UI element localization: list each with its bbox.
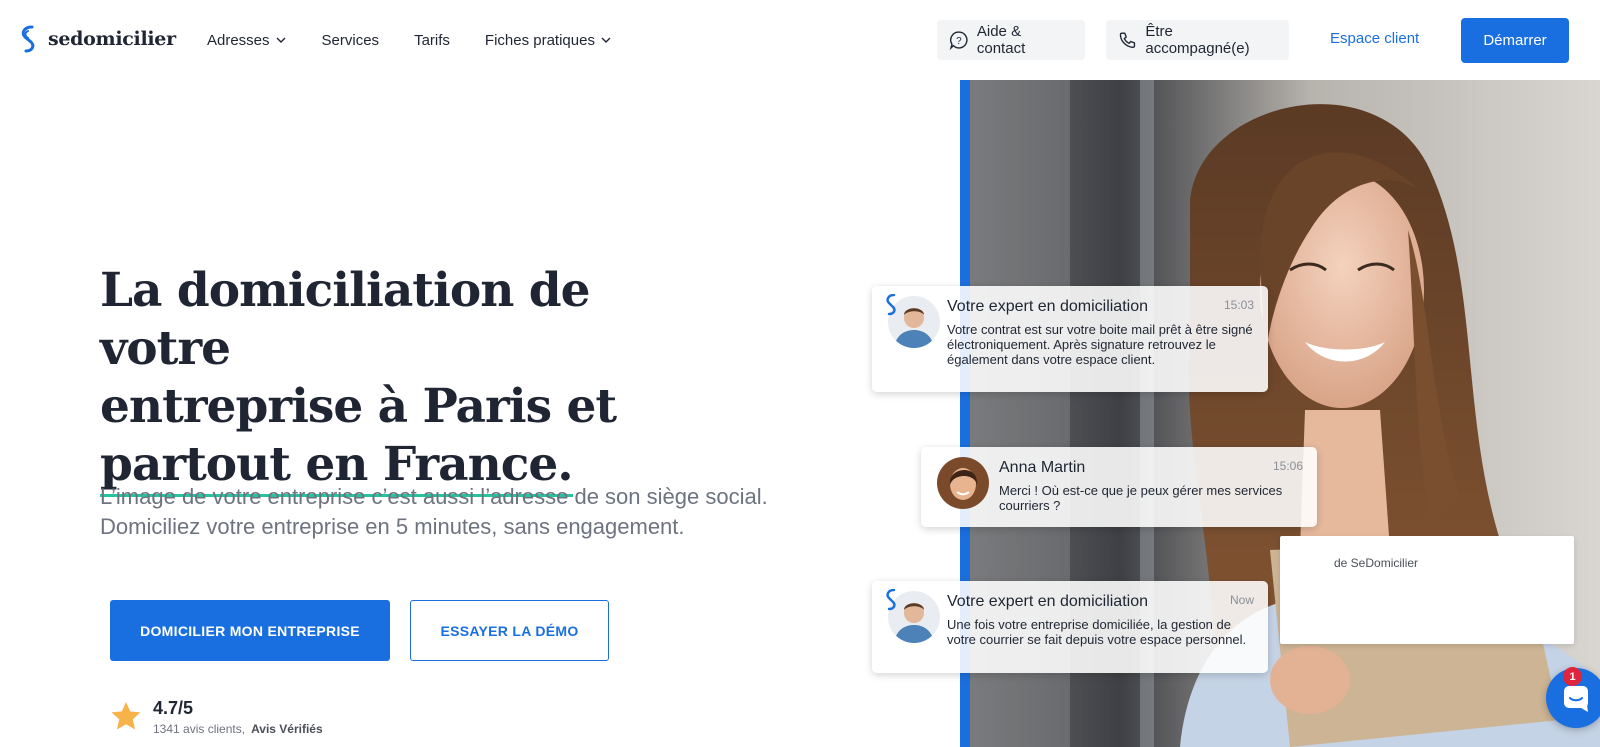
chat-widget-caption: de SeDomicilier bbox=[1334, 556, 1419, 570]
nav-item-adresses[interactable]: Adresses bbox=[207, 30, 286, 50]
chat-bubble-expert-1: Votre expert en domiciliation 15:03 Votr… bbox=[872, 286, 1268, 392]
help-bubble-icon: ? bbox=[949, 31, 968, 50]
demo-button[interactable]: ESSAYER LA DÉMO bbox=[410, 600, 609, 661]
chat-bubble-client: Anna Martin 15:06 Merci ! Où est-ce que … bbox=[921, 447, 1317, 527]
domicilier-button[interactable]: DOMICILIER MON ENTREPRISE bbox=[110, 600, 390, 661]
hero-title-line: entreprise à Paris et bbox=[100, 379, 617, 434]
client-area-link[interactable]: Espace client bbox=[1330, 30, 1419, 47]
nav-item-fiches-pratiques[interactable]: Fiches pratiques bbox=[485, 30, 611, 50]
chat-timestamp: Now bbox=[1229, 593, 1254, 607]
hero-title-line: La domiciliation de votre bbox=[100, 263, 591, 376]
chat-message-text: Votre contrat est sur votre boite mail p… bbox=[947, 322, 1253, 367]
nav-item-label: Services bbox=[321, 31, 380, 49]
hero-subtitle-line: L’image de votre entreprise c’est aussi … bbox=[100, 484, 768, 509]
nav-item-tarifs[interactable]: Tarifs bbox=[414, 30, 450, 50]
avatar bbox=[937, 457, 989, 509]
chat-launcher-icon bbox=[1564, 686, 1588, 712]
chevron-down-icon bbox=[601, 37, 611, 43]
rating-source: Avis Vérifiés bbox=[251, 722, 323, 736]
logo-icon bbox=[886, 589, 896, 611]
help-contact-label: Aide & contact bbox=[976, 23, 1026, 57]
star-icon bbox=[111, 702, 141, 730]
chat-bubble-expert-2: Votre expert en domiciliation Now Une fo… bbox=[872, 581, 1268, 673]
chat-message-text: Merci ! Où est-ce que je peux gérer mes … bbox=[999, 483, 1283, 513]
start-button[interactable]: Démarrer bbox=[1461, 18, 1569, 63]
nav-item-label: Fiches pratiques bbox=[484, 31, 595, 49]
logo-icon bbox=[21, 25, 35, 53]
logo-text: sedomicilier bbox=[48, 28, 176, 50]
chat-message-text: Une fois votre entreprise domiciliée, la… bbox=[947, 617, 1247, 647]
chat-sender-name: Votre expert en domiciliation bbox=[947, 593, 1148, 610]
help-contact-button[interactable]: ? Aide & contact bbox=[937, 20, 1085, 60]
svg-text:?: ? bbox=[956, 36, 962, 47]
chevron-down-icon bbox=[276, 37, 286, 43]
nav-item-label: Adresses bbox=[207, 31, 270, 49]
chat-widget-card: de SeDomicilier bbox=[1280, 536, 1574, 644]
hero-title: La domiciliation de votre entreprise à P… bbox=[100, 262, 700, 497]
chat-sender-name: Votre expert en domiciliation bbox=[947, 298, 1148, 315]
main-nav: Adresses Services Tarifs Fiches pratique… bbox=[207, 30, 611, 50]
rating-score: 4.7/5 bbox=[153, 698, 194, 718]
rating-details: 1341 avis clients, Avis Vérifiés bbox=[153, 722, 323, 736]
accompany-label: Être accompagné(e) bbox=[1145, 23, 1250, 57]
chat-timestamp: 15:03 bbox=[1223, 298, 1254, 312]
nav-item-services[interactable]: Services bbox=[322, 30, 380, 50]
hero-subtitle: L’image de votre entreprise c’est aussi … bbox=[100, 482, 820, 542]
logo[interactable]: sedomicilier bbox=[18, 25, 176, 53]
unread-badge: 1 bbox=[1563, 667, 1582, 686]
phone-icon bbox=[1119, 32, 1136, 48]
site-header: sedomicilier Adresses Services Tarifs Fi… bbox=[0, 0, 1600, 80]
chat-sender-name: Anna Martin bbox=[999, 459, 1086, 476]
nav-item-label: Tarifs bbox=[414, 31, 450, 49]
accompany-button[interactable]: Être accompagné(e) bbox=[1106, 20, 1289, 60]
chat-timestamp: 15:06 bbox=[1272, 459, 1303, 473]
hero-subtitle-line: Domiciliez votre entreprise en 5 minutes… bbox=[100, 514, 685, 539]
rating-count: 1341 avis clients, bbox=[153, 722, 246, 736]
logo-icon bbox=[886, 294, 896, 316]
